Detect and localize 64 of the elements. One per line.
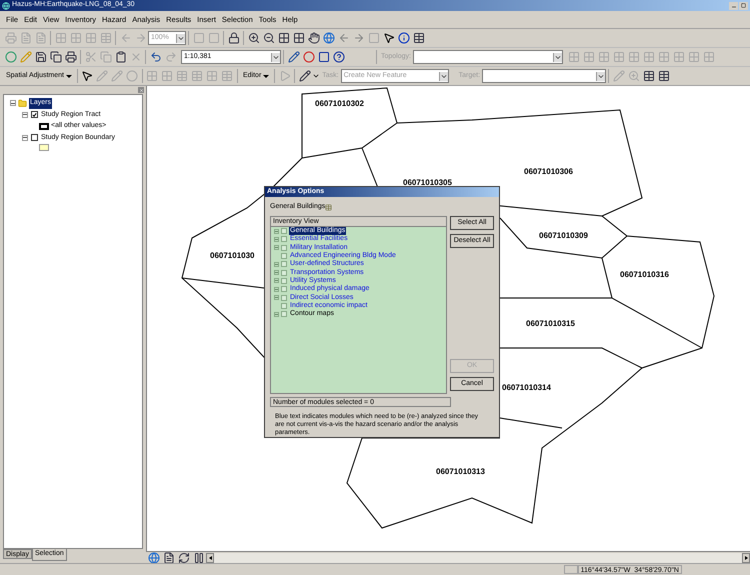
pointer-icon[interactable] bbox=[80, 68, 95, 84]
lock-icon[interactable] bbox=[226, 30, 241, 46]
app-icon bbox=[2, 2, 10, 10]
hand-icon[interactable] bbox=[306, 30, 321, 46]
table-icon[interactable] bbox=[411, 30, 426, 46]
circle-icon[interactable] bbox=[3, 50, 18, 64]
table-icon[interactable] bbox=[641, 68, 656, 84]
dropdown-arrow-icon bbox=[176, 34, 185, 42]
square-icon[interactable] bbox=[316, 50, 331, 64]
dropdown-arrow-icon bbox=[271, 52, 280, 62]
module-checkbox[interactable] bbox=[281, 294, 287, 301]
tract-label: 06071010314 bbox=[502, 382, 551, 394]
layer-checkbox[interactable] bbox=[31, 111, 38, 118]
module-checkbox[interactable] bbox=[281, 253, 287, 260]
topology-combo[interactable] bbox=[412, 50, 563, 64]
module-checkbox[interactable] bbox=[281, 286, 287, 292]
refresh-icon[interactable] bbox=[176, 550, 191, 565]
dropdown-arrow-icon bbox=[438, 72, 448, 80]
copy-icon[interactable] bbox=[48, 50, 63, 64]
zoom-in-icon[interactable] bbox=[246, 30, 261, 46]
minimize-icon bbox=[730, 4, 736, 10]
module-checkbox[interactable] bbox=[281, 270, 287, 276]
globe-icon[interactable] bbox=[146, 550, 161, 565]
layer-checkbox[interactable] bbox=[31, 134, 38, 142]
tract-label: 06071010313 bbox=[436, 466, 485, 478]
tract-label: 0607101030 bbox=[210, 250, 254, 262]
dropdown-arrow-icon bbox=[596, 72, 606, 80]
module-checkbox[interactable] bbox=[281, 302, 287, 309]
circle-icon[interactable] bbox=[301, 50, 316, 64]
module-checkbox[interactable] bbox=[281, 278, 287, 284]
module-checkbox[interactable] bbox=[281, 244, 287, 251]
module-checkbox[interactable] bbox=[281, 228, 287, 234]
caret-icon bbox=[263, 74, 270, 78]
target-combo[interactable] bbox=[482, 69, 606, 83]
dropdown-arrow-icon bbox=[552, 52, 562, 62]
tract-label: 06071010305 bbox=[403, 177, 452, 189]
grid-icon[interactable] bbox=[276, 30, 291, 46]
minimize-button[interactable] bbox=[729, 2, 738, 10]
folder-icon bbox=[18, 98, 27, 108]
module-checkbox[interactable] bbox=[281, 236, 287, 242]
table-icon bbox=[325, 204, 332, 210]
save-icon[interactable] bbox=[33, 50, 48, 64]
module-checkbox[interactable] bbox=[281, 261, 287, 268]
collapse-icon bbox=[22, 134, 28, 141]
tract-label: 06071010316 bbox=[620, 269, 669, 281]
printer-icon[interactable] bbox=[63, 50, 78, 64]
tract-label: 06071010309 bbox=[539, 230, 588, 242]
table-icon[interactable] bbox=[656, 68, 672, 84]
restore-button[interactable] bbox=[739, 2, 748, 10]
restore-icon bbox=[741, 3, 746, 8]
caret-icon bbox=[66, 74, 72, 78]
globe-icon[interactable] bbox=[321, 30, 336, 46]
pencil-icon[interactable] bbox=[297, 68, 312, 84]
tract-label: 06071010302 bbox=[315, 98, 364, 110]
horizontal-scrollbar[interactable] bbox=[206, 552, 750, 562]
zoom-out-icon[interactable] bbox=[261, 30, 276, 46]
tract-label: 06071010306 bbox=[524, 166, 573, 178]
tract-label: 06071010315 bbox=[526, 318, 575, 330]
info-icon[interactable] bbox=[396, 30, 411, 46]
help-icon[interactable] bbox=[331, 50, 346, 64]
module-checkbox[interactable] bbox=[281, 311, 287, 318]
close-icon[interactable] bbox=[138, 87, 144, 93]
grid-icon[interactable] bbox=[291, 30, 306, 46]
pencil-icon[interactable] bbox=[286, 50, 301, 64]
